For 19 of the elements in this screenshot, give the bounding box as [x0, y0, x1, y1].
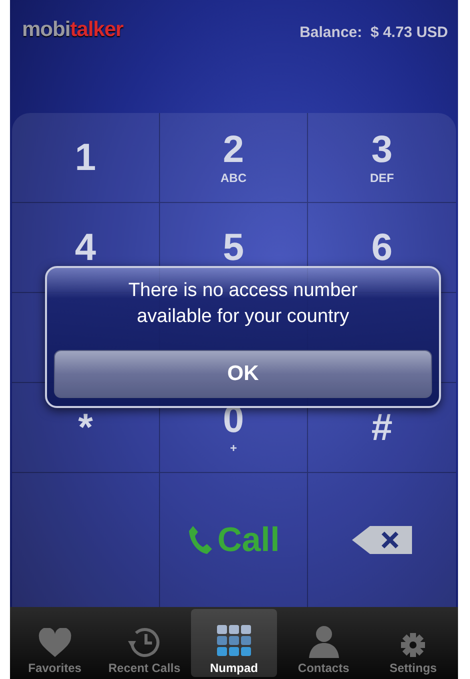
app-logo: mobitalker [22, 18, 124, 42]
balance-label: Balance: $ 4.73 USD [300, 24, 448, 41]
tab-item[interactable]: Recent Calls [101, 609, 188, 677]
tab-item[interactable]: Settings [370, 609, 456, 677]
phone-icon [187, 524, 214, 556]
keypad-key[interactable]: 3 DEF [308, 113, 456, 203]
tab-item[interactable]: Contacts [280, 609, 367, 677]
settings-icon [400, 632, 426, 658]
keypad-key[interactable]: 1 [12, 113, 160, 203]
tab-item[interactable]: Favorites [12, 609, 98, 677]
person-icon [308, 624, 340, 658]
backspace-icon[interactable] [352, 524, 412, 556]
heart-icon [38, 628, 72, 658]
ok-button[interactable]: OK [54, 350, 432, 398]
tab-item[interactable]: Numpad [190, 609, 277, 677]
keypad-grid-icon [216, 624, 252, 658]
call-button[interactable]: Call [187, 520, 280, 560]
keypad-key[interactable]: 2 ABC [160, 113, 308, 203]
clock-icon [127, 626, 162, 658]
